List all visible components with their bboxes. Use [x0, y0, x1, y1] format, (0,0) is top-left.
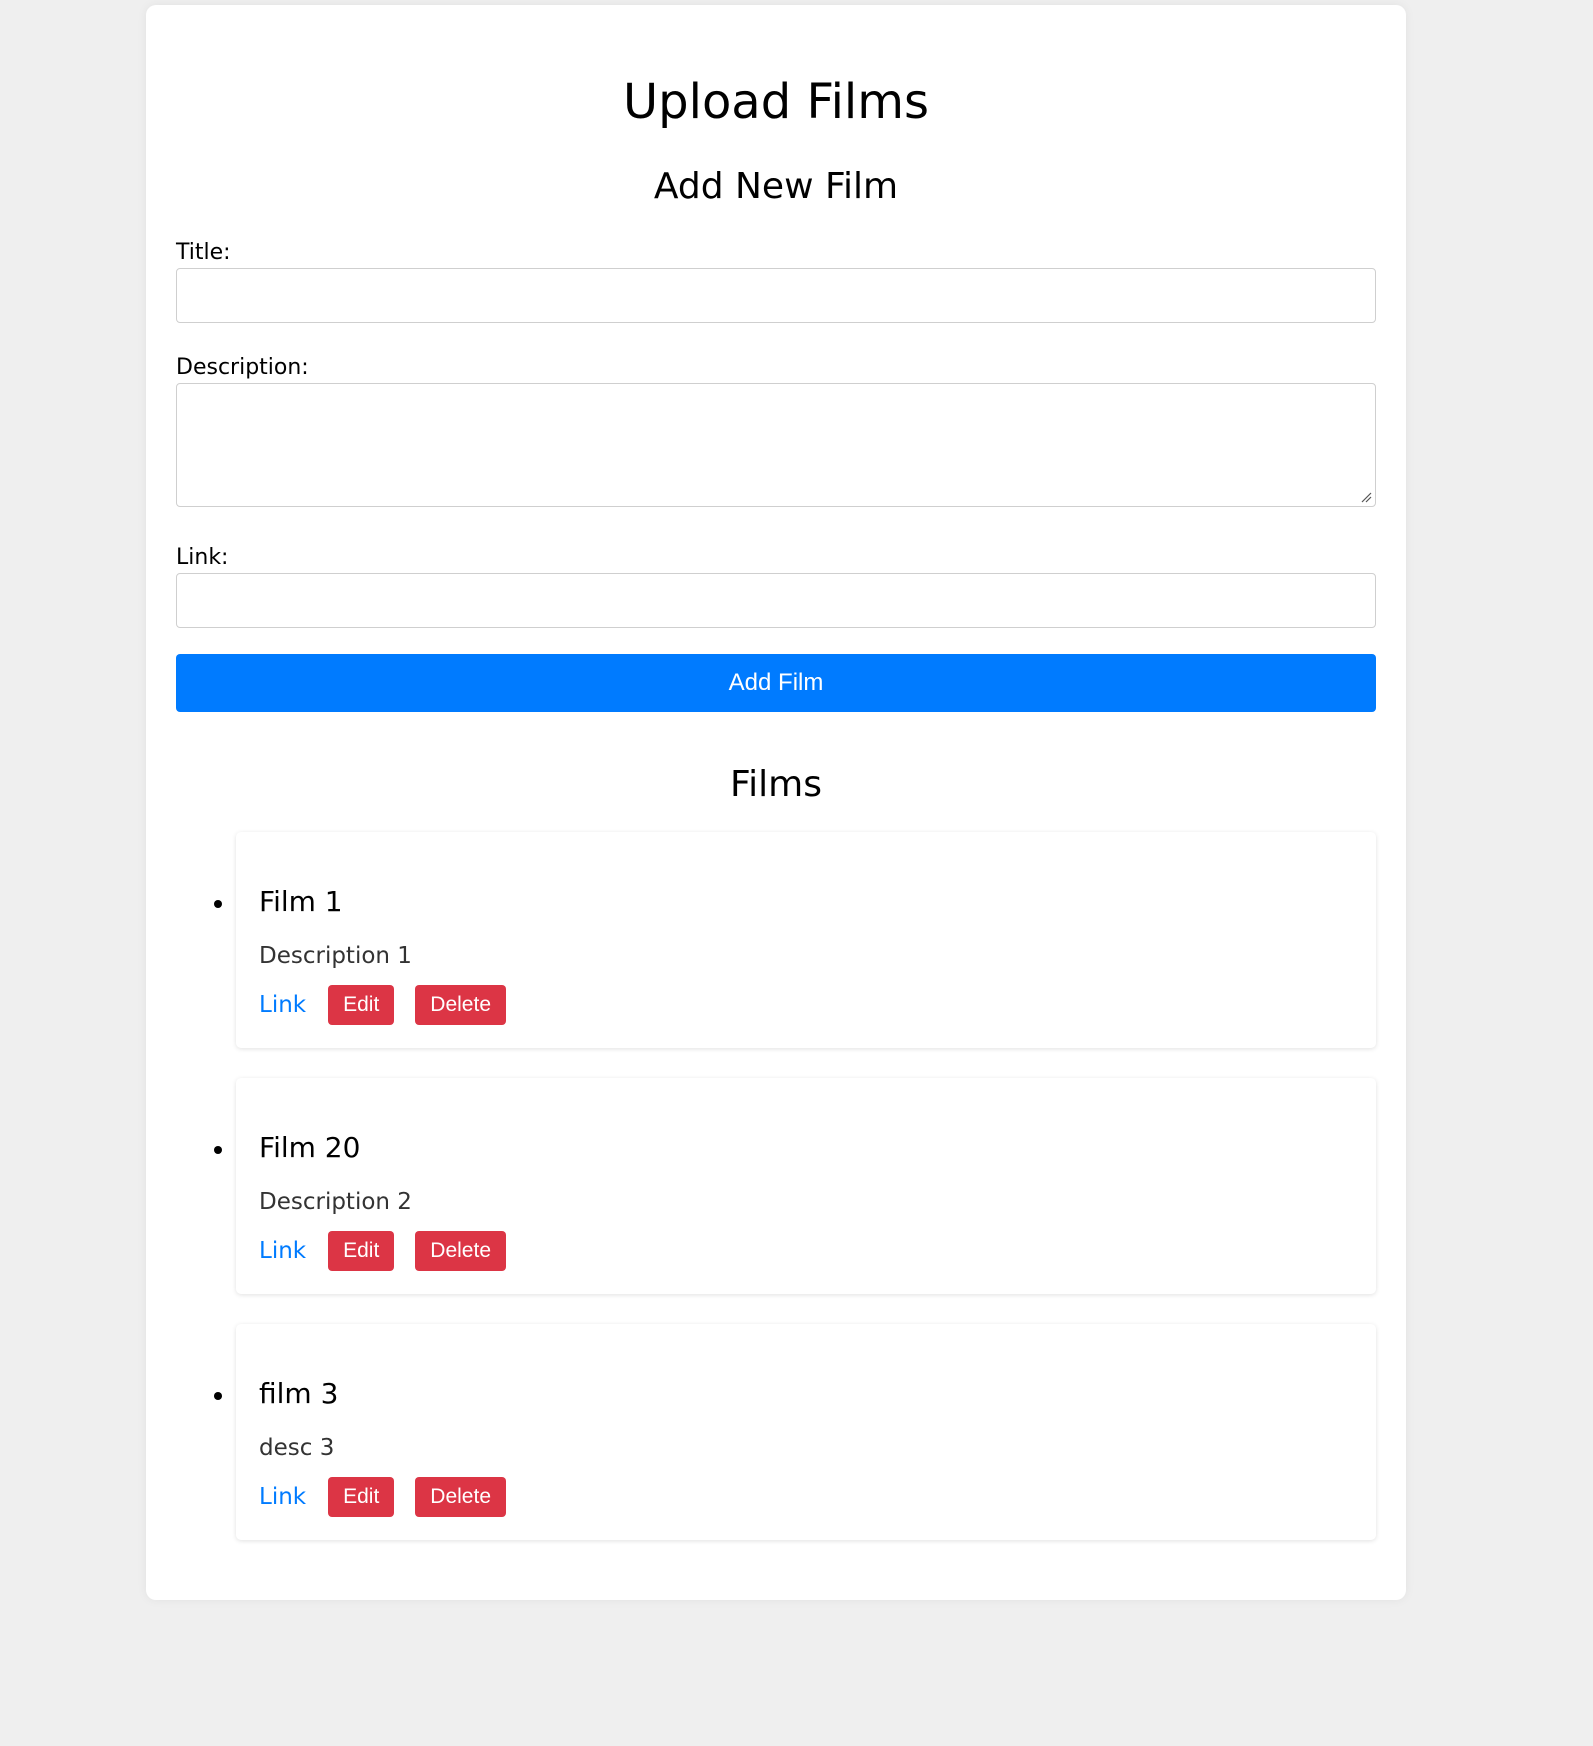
film-actions: Link Edit Delete: [259, 1231, 506, 1271]
edit-button[interactable]: Edit: [328, 1231, 395, 1271]
bullet-icon: [214, 900, 222, 908]
add-film-button[interactable]: Add Film: [176, 654, 1376, 712]
link-label: Link:: [176, 545, 229, 570]
delete-button[interactable]: Delete: [415, 985, 506, 1025]
film-title: film 3: [259, 1377, 339, 1410]
main-card: Upload Films Add New Film Title: Descrip…: [146, 5, 1406, 1600]
film-actions: Link Edit Delete: [259, 1477, 506, 1517]
add-film-heading: Add New Film: [653, 166, 899, 207]
film-title: Film 1: [259, 885, 343, 918]
film-list-item: Film 20 Description 2 Link Edit Delete: [214, 1078, 1376, 1294]
edit-button[interactable]: Edit: [328, 1477, 395, 1517]
title-input[interactable]: [176, 268, 1376, 323]
title-label: Title:: [176, 240, 231, 265]
film-list-item: Film 1 Description 1 Link Edit Delete: [214, 832, 1376, 1048]
description-label: Description:: [176, 355, 309, 380]
film-link[interactable]: Link: [259, 992, 306, 1018]
film-link[interactable]: Link: [259, 1238, 306, 1264]
bullet-icon: [214, 1146, 222, 1154]
film-actions: Link Edit Delete: [259, 985, 506, 1025]
delete-button[interactable]: Delete: [415, 1231, 506, 1271]
film-title: Film 20: [259, 1131, 361, 1164]
page-title: Upload Films: [623, 74, 929, 130]
delete-button[interactable]: Delete: [415, 1477, 506, 1517]
film-list-item: film 3 desc 3 Link Edit Delete: [214, 1324, 1376, 1540]
film-description: desc 3: [259, 1435, 335, 1461]
bullet-icon: [214, 1392, 222, 1400]
film-description: Description 2: [259, 1189, 412, 1215]
film-link[interactable]: Link: [259, 1484, 306, 1510]
link-input[interactable]: [176, 573, 1376, 628]
resize-grip-icon[interactable]: [1360, 491, 1372, 503]
films-heading: Films: [730, 764, 822, 805]
description-textarea[interactable]: [176, 383, 1376, 507]
film-description: Description 1: [259, 943, 412, 969]
edit-button[interactable]: Edit: [328, 985, 395, 1025]
